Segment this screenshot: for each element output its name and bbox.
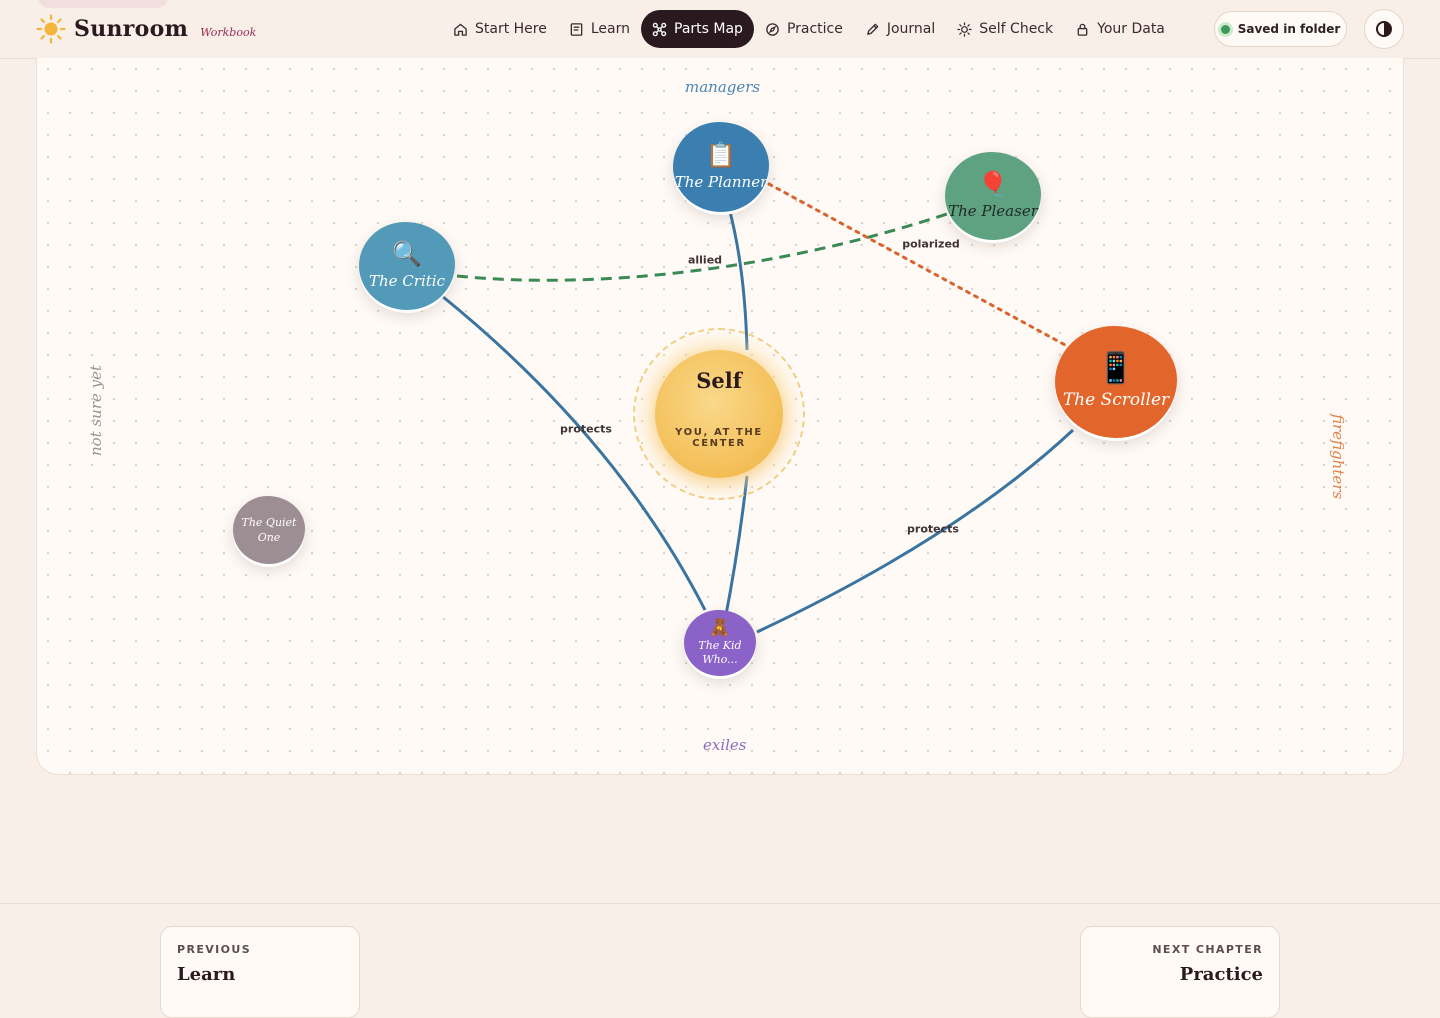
nav-label: Start Here [475, 21, 547, 37]
phone-icon: 📱 [1097, 351, 1135, 386]
nav-parts-map[interactable]: Parts Map [641, 10, 754, 48]
edge-label-allied: allied [687, 253, 723, 267]
balloon-icon: 🎈 [978, 170, 1008, 198]
footer-divider [0, 903, 1440, 904]
book-icon [570, 22, 583, 36]
part-name: The Planner [674, 173, 768, 191]
nav-journal[interactable]: Journal [854, 10, 946, 48]
nav-label: Practice [786, 21, 843, 37]
home-icon [454, 23, 467, 36]
nav-label: Your Data [1097, 21, 1165, 37]
self-subtitle: YOU, AT THE CENTER [675, 427, 763, 449]
top-bar: Sunroom Workbook Start Here Learn Parts … [0, 0, 1440, 59]
zone-label-firefighters: firefighters [1329, 414, 1347, 500]
edge-label-protects: protects [907, 522, 959, 536]
zone-label-managers: managers [685, 78, 761, 96]
zone-label-exiles: exiles [703, 736, 747, 754]
zone-label-not-sure-yet: not sure yet [87, 364, 105, 456]
contrast-icon [1376, 21, 1392, 37]
previous-chapter-button[interactable]: PREVIOUS Learn [160, 926, 360, 1018]
nav-start-here[interactable]: Start Here [442, 10, 558, 48]
part-node-quiet-one[interactable]: The Quiet One [233, 496, 305, 564]
nav-label: Journal [886, 21, 936, 37]
part-name: The Pleaser [948, 202, 1038, 220]
edge-label-protects: protects [560, 422, 612, 436]
previous-title: Learn [177, 964, 236, 985]
part-node-kid[interactable]: 🧸 The Kid Who... [684, 610, 756, 676]
edge-label-polarized: polarized [902, 237, 960, 251]
brand[interactable]: Sunroom Workbook [36, 12, 256, 46]
nav-label: Learn [590, 21, 630, 37]
nav-your-data[interactable]: Your Data [1064, 10, 1176, 48]
brand-subtitle: Workbook [200, 25, 257, 39]
magnifier-icon: 🔍 [392, 240, 422, 268]
part-name: The Critic [369, 272, 445, 290]
part-name: The Scroller [1062, 390, 1170, 410]
next-chapter-button[interactable]: NEXT CHAPTER Practice [1080, 926, 1280, 1018]
teddy-bear-icon: 🧸 [709, 617, 731, 638]
compass-icon [766, 22, 779, 36]
self-title: Self [696, 368, 742, 393]
saved-status-label: Saved in folder [1237, 22, 1341, 36]
nav-label: Parts Map [674, 21, 743, 37]
next-title: Practice [1179, 964, 1263, 985]
part-node-pleaser[interactable]: 🎈 The Pleaser [945, 152, 1041, 240]
nav-practice[interactable]: Practice [754, 10, 854, 48]
self-core[interactable]: Self YOU, AT THE CENTER [655, 350, 783, 478]
next-kicker: NEXT CHAPTER [1152, 943, 1263, 956]
saved-status-badge[interactable]: Saved in folder [1214, 11, 1347, 47]
network-icon [652, 22, 667, 36]
nav-self-check[interactable]: Self Check [946, 10, 1064, 48]
nav-learn[interactable]: Learn [558, 10, 641, 48]
self-node[interactable]: Self YOU, AT THE CENTER [633, 328, 805, 500]
theme-toggle-button[interactable] [1364, 9, 1404, 49]
part-node-planner[interactable]: 📋 The Planner [673, 122, 769, 212]
main-nav: Start Here Learn Parts Map Practice Jour… [442, 10, 1176, 48]
part-node-critic[interactable]: 🔍 The Critic [359, 222, 455, 310]
part-name: The Kid Who... [698, 638, 742, 666]
saved-status-dot [1220, 24, 1230, 34]
lock-icon [1077, 23, 1088, 36]
nav-label: Self Check [979, 21, 1054, 37]
notification-pill [38, 0, 168, 8]
previous-kicker: PREVIOUS [177, 943, 252, 956]
clipboard-icon: 📋 [706, 141, 736, 169]
brand-name: Sunroom [74, 16, 189, 42]
part-name: The Quiet One [241, 516, 297, 544]
edge-allied[interactable] [456, 212, 948, 282]
sun-small-icon [957, 21, 972, 37]
sun-logo-icon [36, 14, 66, 44]
pencil-icon [867, 23, 879, 35]
parts-map-canvas[interactable]: managers exiles firefighters not sure ye… [36, 58, 1404, 775]
part-node-scroller[interactable]: 📱 The Scroller [1055, 326, 1177, 438]
